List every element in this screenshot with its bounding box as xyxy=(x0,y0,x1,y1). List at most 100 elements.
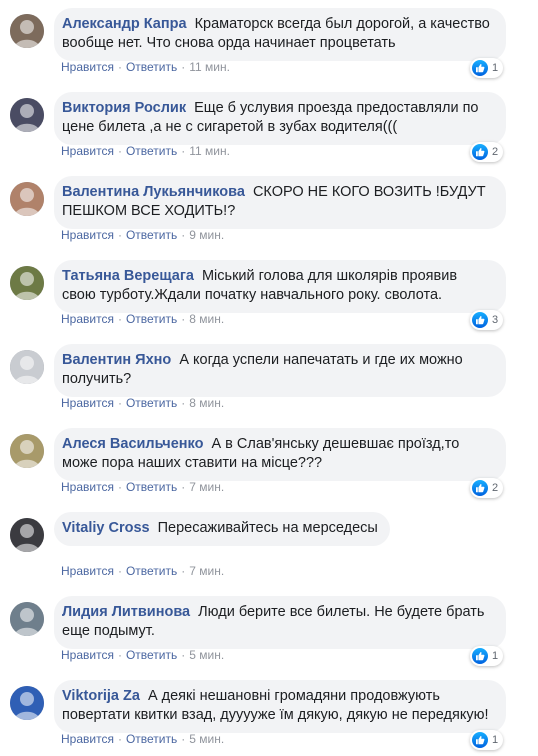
comment-actions: Нравится · Ответить · 7 мин. xyxy=(61,480,224,494)
comment: Vitaliy Cross Пересаживайтесь на мерседе… xyxy=(0,504,538,588)
like-button[interactable]: Нравится xyxy=(61,228,114,242)
comment-bubble: Vitaliy Cross Пересаживайтесь на мерседе… xyxy=(54,512,390,546)
like-button[interactable]: Нравится xyxy=(61,648,114,662)
person-avatar-icon xyxy=(10,182,44,216)
comment-author[interactable]: Viktorija Za xyxy=(62,688,140,704)
separator-dot: · xyxy=(117,60,122,74)
reaction-count: 2 xyxy=(492,146,499,158)
thumbs-up-icon xyxy=(472,648,488,664)
separator-dot: · xyxy=(181,396,186,410)
separator-dot: · xyxy=(181,648,186,662)
comment-actions: Нравится · Ответить · 11 мин. xyxy=(61,144,230,158)
reply-button[interactable]: Ответить xyxy=(126,732,177,746)
avatar[interactable] xyxy=(10,182,44,216)
separator-dot: · xyxy=(181,564,186,578)
separator-dot: · xyxy=(181,312,186,326)
person-avatar-icon xyxy=(10,434,44,468)
like-button[interactable]: Нравится xyxy=(61,60,114,74)
comment-author[interactable]: Лидия Литвинова xyxy=(62,604,190,620)
like-button[interactable]: Нравится xyxy=(61,480,114,494)
comment-timestamp[interactable]: 7 мин. xyxy=(189,564,224,578)
reply-button[interactable]: Ответить xyxy=(126,144,177,158)
reactions-badge[interactable]: 1 xyxy=(470,646,504,666)
reaction-count: 3 xyxy=(492,314,499,326)
comment-timestamp[interactable]: 5 мин. xyxy=(189,732,224,746)
reaction-count: 1 xyxy=(492,650,499,662)
thumbs-up-icon xyxy=(472,60,488,76)
comment-timestamp[interactable]: 8 мин. xyxy=(189,312,224,326)
thumbs-up-icon xyxy=(472,732,488,748)
comment-actions: Нравится · Ответить · 9 мин. xyxy=(61,228,224,242)
comment-timestamp[interactable]: 7 мин. xyxy=(189,480,224,494)
comment-timestamp[interactable]: 8 мин. xyxy=(189,396,224,410)
comment-bubble: Алеся Васильченко А в Слав'янську дешевш… xyxy=(54,428,506,481)
like-button[interactable]: Нравится xyxy=(61,396,114,410)
person-avatar-icon xyxy=(10,98,44,132)
person-avatar-icon xyxy=(10,350,44,384)
comment-timestamp[interactable]: 9 мин. xyxy=(189,228,224,242)
comment-bubble: Валентин Яхно А когда успели напечатать … xyxy=(54,344,506,397)
thumbs-up-icon xyxy=(472,312,488,328)
comment-author[interactable]: Vitaliy Cross xyxy=(62,520,150,536)
comment-author[interactable]: Татьяна Верещага xyxy=(62,268,194,284)
reply-button[interactable]: Ответить xyxy=(126,564,177,578)
comment-timestamp[interactable]: 11 мин. xyxy=(189,144,230,158)
comment-actions: Нравится · Ответить · 8 мин. xyxy=(61,396,224,410)
thumbs-up-icon xyxy=(472,480,488,496)
comment-actions: Нравится · Ответить · 5 мин. xyxy=(61,648,224,662)
avatar[interactable] xyxy=(10,518,44,552)
reply-button[interactable]: Ответить xyxy=(126,60,177,74)
separator-dot: · xyxy=(117,732,122,746)
avatar[interactable] xyxy=(10,14,44,48)
reply-button[interactable]: Ответить xyxy=(126,480,177,494)
comment-author[interactable]: Алеся Васильченко xyxy=(62,436,203,452)
comment-text: Пересаживайтесь на мерседесы xyxy=(157,520,378,536)
comment-timestamp[interactable]: 11 мин. xyxy=(189,60,230,74)
avatar[interactable] xyxy=(10,266,44,300)
comment: Viktorija Za А деякі нешановні громадяни… xyxy=(0,672,538,756)
separator-dot: · xyxy=(117,396,122,410)
reaction-count: 1 xyxy=(492,62,499,74)
avatar[interactable] xyxy=(10,434,44,468)
comment-actions: Нравится · Ответить · 5 мин. xyxy=(61,732,224,746)
comment-author[interactable]: Валентин Яхно xyxy=(62,352,171,368)
separator-dot: · xyxy=(181,144,186,158)
comment: Валентин Яхно А когда успели напечатать … xyxy=(0,336,538,420)
comment-bubble: Валентина Лукьянчикова СКОРО НЕ КОГО ВОЗ… xyxy=(54,176,506,229)
person-avatar-icon xyxy=(10,602,44,636)
avatar[interactable] xyxy=(10,98,44,132)
thumbs-up-icon xyxy=(472,144,488,160)
comment: Виктория Рослик Еще б услувия проезда пр… xyxy=(0,84,538,168)
separator-dot: · xyxy=(181,732,186,746)
like-button[interactable]: Нравится xyxy=(61,732,114,746)
comment-bubble: Viktorija Za А деякі нешановні громадяни… xyxy=(54,680,506,733)
separator-dot: · xyxy=(117,228,122,242)
comment-timestamp[interactable]: 5 мин. xyxy=(189,648,224,662)
like-button[interactable]: Нравится xyxy=(61,144,114,158)
reply-button[interactable]: Ответить xyxy=(126,228,177,242)
comment: Александр Капра Краматорск всегда был до… xyxy=(0,0,538,84)
separator-dot: · xyxy=(117,144,122,158)
avatar[interactable] xyxy=(10,350,44,384)
like-button[interactable]: Нравится xyxy=(61,312,114,326)
comment-author[interactable]: Александр Капра xyxy=(62,16,187,32)
reaction-count: 2 xyxy=(492,482,499,494)
comment: Татьяна Верещага Міський голова для школ… xyxy=(0,252,538,336)
avatar[interactable] xyxy=(10,602,44,636)
reply-button[interactable]: Ответить xyxy=(126,396,177,410)
avatar[interactable] xyxy=(10,686,44,720)
comment-bubble: Татьяна Верещага Міський голова для школ… xyxy=(54,260,506,313)
reactions-badge[interactable]: 2 xyxy=(470,142,504,162)
comment-author[interactable]: Виктория Рослик xyxy=(62,100,186,116)
reactions-badge[interactable]: 2 xyxy=(470,478,504,498)
comment-actions: Нравится · Ответить · 7 мин. xyxy=(61,564,224,578)
reply-button[interactable]: Ответить xyxy=(126,312,177,326)
like-button[interactable]: Нравится xyxy=(61,564,114,578)
reply-button[interactable]: Ответить xyxy=(126,648,177,662)
comment-author[interactable]: Валентина Лукьянчикова xyxy=(62,184,245,200)
reactions-badge[interactable]: 1 xyxy=(470,58,504,78)
reactions-badge[interactable]: 1 xyxy=(470,730,504,750)
separator-dot: · xyxy=(117,648,122,662)
separator-dot: · xyxy=(181,228,186,242)
reactions-badge[interactable]: 3 xyxy=(470,310,504,330)
